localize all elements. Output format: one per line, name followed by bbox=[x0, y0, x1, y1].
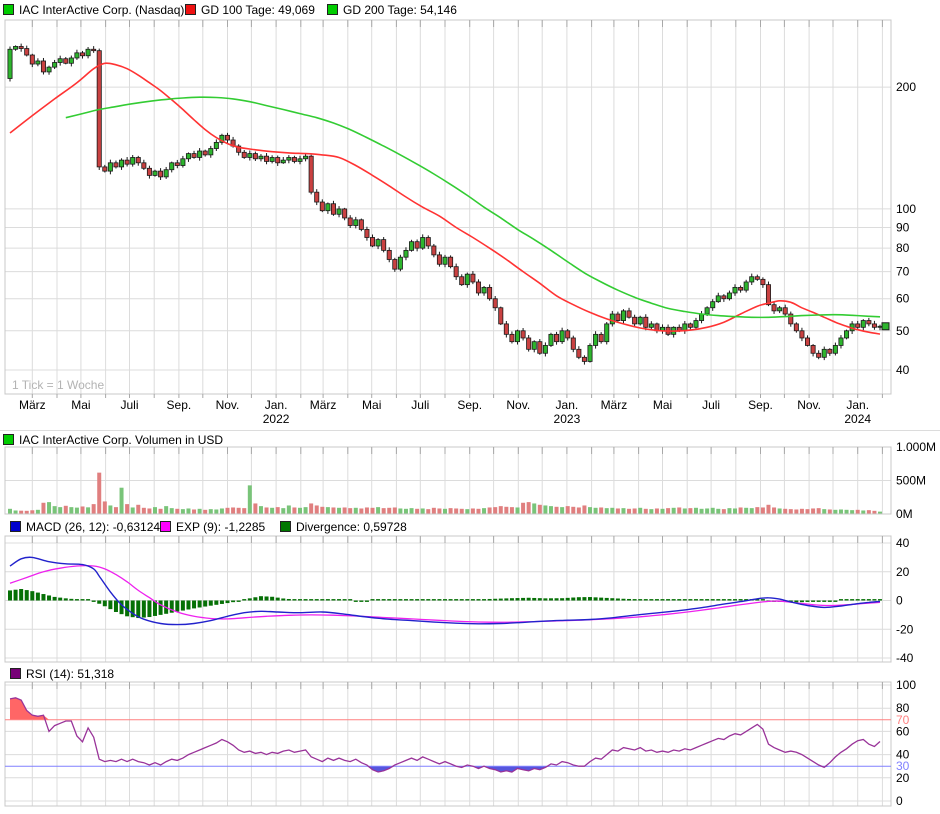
x-axis-labels: MärzMaiJuliSep.Nov.Jan.2022MärzMaiJuliSe… bbox=[19, 398, 871, 426]
gd100-swatch-icon bbox=[185, 4, 196, 15]
legend-item-gd100: GD 100 Tage: 49,069 bbox=[185, 3, 315, 17]
gd200-swatch-icon bbox=[327, 4, 338, 15]
svg-text:Sep.: Sep. bbox=[167, 398, 192, 412]
svg-text:80: 80 bbox=[896, 241, 910, 255]
svg-text:Jan.: Jan. bbox=[265, 398, 288, 412]
svg-text:0M: 0M bbox=[896, 507, 913, 521]
rsi-swatch-icon bbox=[10, 668, 21, 679]
svg-text:Mai: Mai bbox=[362, 398, 381, 412]
price-series-swatch-icon bbox=[3, 4, 14, 15]
svg-text:0: 0 bbox=[896, 794, 903, 808]
stock-chart-application: IAC InterActive Corp. (Nasdaq) GD 100 Ta… bbox=[0, 0, 940, 814]
legend-item-volume: IAC InterActive Corp. Volumen in USD bbox=[3, 433, 223, 447]
svg-text:500M: 500M bbox=[896, 474, 926, 488]
svg-text:Nov.: Nov. bbox=[216, 398, 240, 412]
svg-text:Jan.: Jan. bbox=[846, 398, 869, 412]
svg-text:Mai: Mai bbox=[653, 398, 672, 412]
exp-swatch-icon bbox=[160, 521, 171, 532]
svg-text:Mai: Mai bbox=[71, 398, 90, 412]
svg-text:200: 200 bbox=[896, 80, 916, 94]
svg-text:Nov.: Nov. bbox=[797, 398, 821, 412]
chart-canvas: MärzMaiJuliSep.Nov.Jan.2022MärzMaiJuliSe… bbox=[0, 0, 940, 814]
gd200-label: GD 200 Tage: 54,146 bbox=[343, 3, 457, 17]
tick-scale-note: 1 Tick = 1 Woche bbox=[12, 378, 104, 392]
legend-item-exp: EXP (9): -1,2285 bbox=[160, 520, 265, 534]
svg-text:20: 20 bbox=[896, 565, 910, 579]
rsi-panel-series bbox=[5, 698, 891, 772]
svg-text:Juli: Juli bbox=[702, 398, 720, 412]
last-price-marker bbox=[882, 323, 889, 330]
price-legend: IAC InterActive Corp. (Nasdaq) GD 100 Ta… bbox=[0, 3, 940, 18]
divergence-swatch-icon bbox=[280, 521, 291, 532]
price-series-label: IAC InterActive Corp. (Nasdaq) bbox=[19, 3, 184, 17]
svg-text:2022: 2022 bbox=[263, 412, 290, 426]
svg-text:2023: 2023 bbox=[554, 412, 581, 426]
svg-text:Jan.: Jan. bbox=[556, 398, 579, 412]
svg-text:2024: 2024 bbox=[844, 412, 871, 426]
macd-label: MACD (26, 12): -0,63124 bbox=[26, 520, 160, 534]
svg-text:Juli: Juli bbox=[411, 398, 429, 412]
svg-text:Sep.: Sep. bbox=[748, 398, 773, 412]
svg-text:40: 40 bbox=[896, 363, 910, 377]
legend-item-price: IAC InterActive Corp. (Nasdaq) bbox=[3, 3, 184, 17]
volume-legend: IAC InterActive Corp. Volumen in USD bbox=[0, 433, 940, 448]
svg-text:Nov.: Nov. bbox=[506, 398, 530, 412]
gridlines bbox=[5, 20, 891, 806]
svg-text:70: 70 bbox=[896, 265, 910, 279]
svg-text:90: 90 bbox=[896, 220, 910, 234]
rsi-label: RSI (14): 51,318 bbox=[26, 667, 114, 681]
gd100-label: GD 100 Tage: 49,069 bbox=[201, 3, 315, 17]
svg-text:Sep.: Sep. bbox=[457, 398, 482, 412]
svg-text:60: 60 bbox=[896, 292, 910, 306]
svg-text:100: 100 bbox=[896, 202, 916, 216]
exp-label: EXP (9): -1,2285 bbox=[176, 520, 265, 534]
svg-text:60: 60 bbox=[896, 724, 910, 738]
svg-text:20: 20 bbox=[896, 771, 910, 785]
moving-averages bbox=[10, 63, 889, 334]
svg-text:März: März bbox=[19, 398, 46, 412]
macd-legend: MACD (26, 12): -0,63124 EXP (9): -1,2285… bbox=[0, 520, 940, 535]
legend-item-rsi: RSI (14): 51,318 bbox=[10, 667, 114, 681]
legend-item-divergence: Divergence: 0,59728 bbox=[280, 520, 407, 534]
legend-item-gd200: GD 200 Tage: 54,146 bbox=[327, 3, 457, 17]
svg-text:0: 0 bbox=[896, 594, 903, 608]
rsi-legend: RSI (14): 51,318 bbox=[0, 667, 940, 682]
svg-text:-40: -40 bbox=[896, 651, 914, 665]
svg-text:40: 40 bbox=[896, 536, 910, 550]
svg-text:März: März bbox=[310, 398, 337, 412]
macd-swatch-icon bbox=[10, 521, 21, 532]
svg-text:Juli: Juli bbox=[120, 398, 138, 412]
svg-text:50: 50 bbox=[896, 324, 910, 338]
svg-text:März: März bbox=[601, 398, 628, 412]
volume-series-label: IAC InterActive Corp. Volumen in USD bbox=[19, 433, 223, 447]
legend-item-macd: MACD (26, 12): -0,63124 bbox=[10, 520, 160, 534]
divergence-label: Divergence: 0,59728 bbox=[296, 520, 407, 534]
svg-text:-20: -20 bbox=[896, 622, 914, 636]
volume-series-swatch-icon bbox=[3, 434, 14, 445]
